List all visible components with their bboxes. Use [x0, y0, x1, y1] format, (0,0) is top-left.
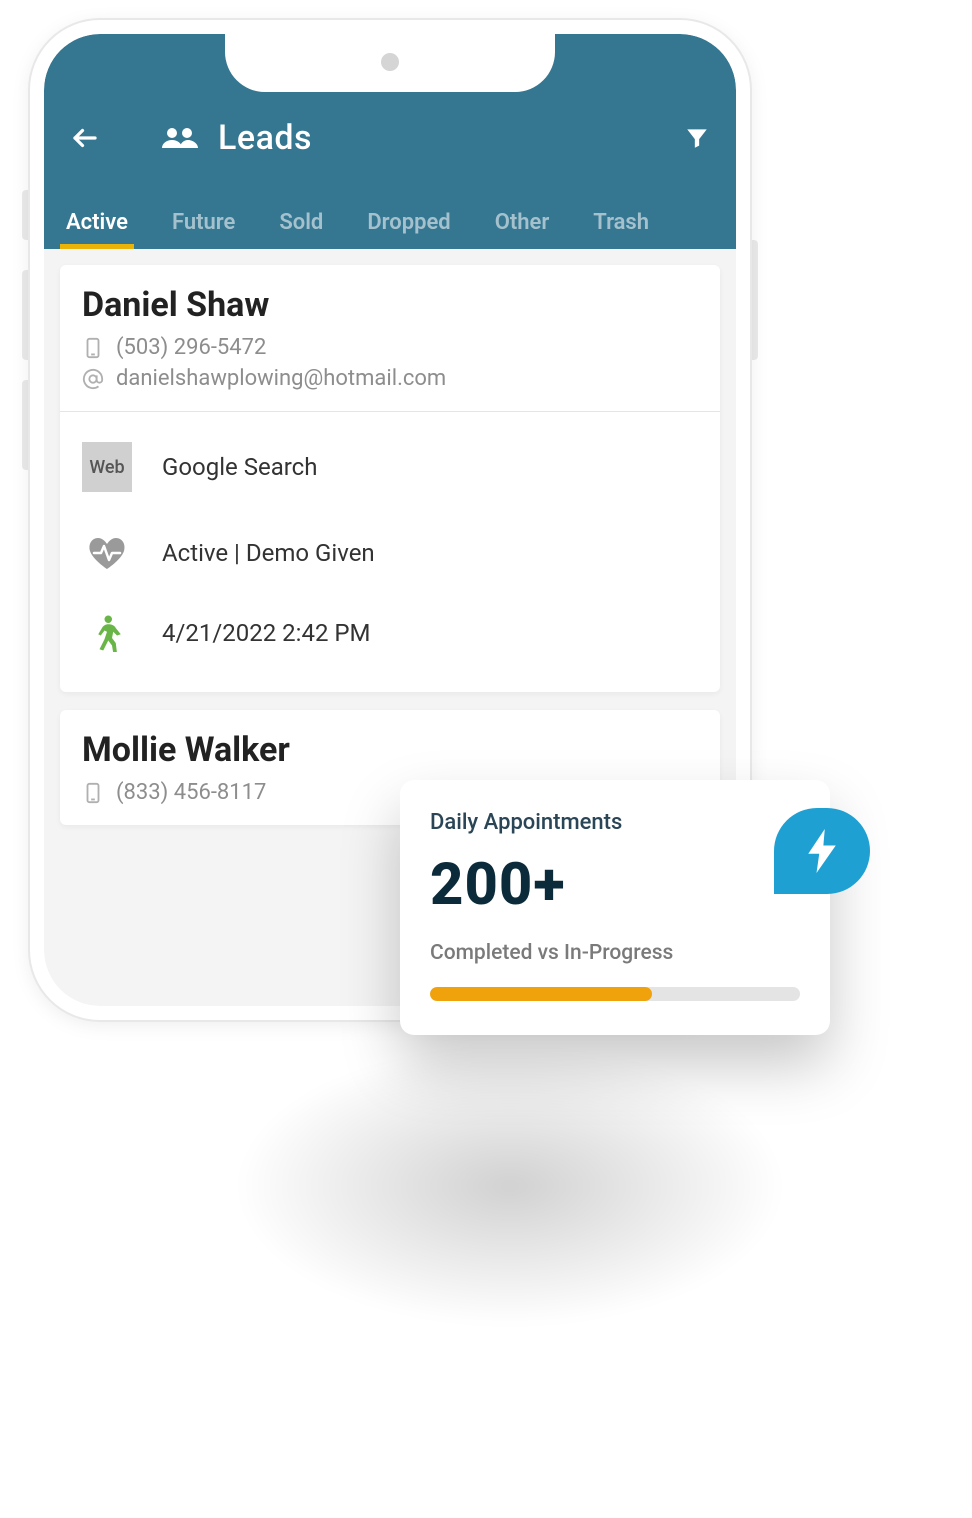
lead-email-row[interactable]: danielshawplowing@hotmail.com — [82, 366, 698, 391]
web-badge: Web — [82, 442, 132, 492]
stat-subtitle: Completed vs In-Progress — [430, 941, 800, 965]
phone-icon — [82, 782, 104, 804]
tab-dropped[interactable]: Dropped — [363, 198, 454, 249]
progress-fill — [430, 987, 652, 1001]
volume-button — [22, 190, 30, 240]
bolt-icon — [805, 829, 839, 873]
walking-icon — [82, 614, 132, 652]
filter-icon[interactable] — [684, 125, 710, 151]
lead-timestamp-row: 4/21/2022 2:42 PM — [82, 592, 698, 674]
people-icon — [160, 123, 200, 153]
lead-source-row: Web Google Search — [82, 420, 698, 514]
progress-bar — [430, 987, 800, 1001]
lead-name: Mollie Walker — [82, 730, 698, 770]
bolt-badge[interactable] — [774, 808, 870, 894]
phone-notch — [225, 32, 555, 92]
lead-status: Active | Demo Given — [162, 539, 375, 567]
lead-email: danielshawplowing@hotmail.com — [116, 366, 446, 391]
tab-sold[interactable]: Sold — [275, 198, 327, 249]
tab-trash[interactable]: Trash — [589, 198, 653, 249]
tab-active[interactable]: Active — [62, 198, 132, 249]
volume-button — [22, 380, 30, 470]
tab-other[interactable]: Other — [491, 198, 554, 249]
back-icon[interactable] — [70, 123, 100, 153]
phone-shadow — [120, 1010, 900, 1450]
tab-future[interactable]: Future — [168, 198, 239, 249]
lead-card[interactable]: Daniel Shaw (503) 296-5472 danielshawplo… — [60, 265, 720, 692]
tab-bar: Active Future Sold Dropped Other Trash — [44, 198, 736, 249]
page-title: Leads — [218, 118, 312, 158]
lead-phone-row[interactable]: (503) 296-5472 — [82, 335, 698, 360]
lead-timestamp: 4/21/2022 2:42 PM — [162, 619, 371, 647]
stat-title: Daily Appointments — [430, 810, 800, 835]
volume-button — [22, 270, 30, 360]
lead-phone: (833) 456-8117 — [116, 780, 266, 805]
lead-phone: (503) 296-5472 — [116, 335, 266, 360]
lead-source: Google Search — [162, 453, 317, 481]
daily-appointments-card: Daily Appointments 200+ Completed vs In-… — [400, 780, 830, 1035]
lead-list: Daniel Shaw (503) 296-5472 danielshawplo… — [44, 249, 736, 859]
power-button — [750, 240, 758, 360]
phone-icon — [82, 337, 104, 359]
lead-name: Daniel Shaw — [82, 285, 698, 325]
lead-status-row: Active | Demo Given — [82, 514, 698, 592]
heartbeat-icon — [82, 536, 132, 570]
stat-value: 200+ — [430, 851, 800, 919]
at-icon — [82, 368, 104, 390]
